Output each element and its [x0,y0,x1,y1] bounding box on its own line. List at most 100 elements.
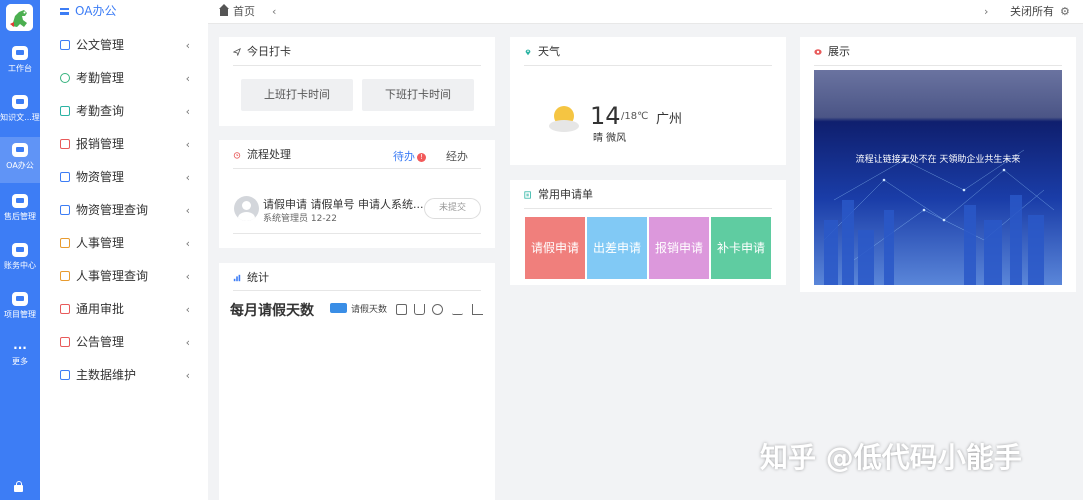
eye-icon [814,49,822,55]
project-icon [12,292,28,306]
location-pin-icon [525,49,531,56]
chevron-left-icon: ‹ [185,105,190,118]
rail-item-finance[interactable]: 账务中心 [0,237,40,283]
menu-item-reimbursement[interactable]: 报销管理 ‹ [40,128,208,161]
pending-badge: ! [417,153,426,162]
divider [233,233,481,234]
workbench-icon [12,46,28,60]
document-icon [60,40,70,50]
banner-slogan: 流程让链接无处不在 天領助企业共生未来 [855,155,1021,165]
chevron-left-icon: ‹ [185,369,190,382]
more-icon: ··· [13,341,27,355]
approval-icon [60,304,70,314]
rail-item-oa[interactable]: OA办公 [0,137,40,183]
tab-done[interactable]: 经办 [446,148,468,164]
card-title-label: 常用申请单 [538,188,593,201]
people-search-icon [60,271,70,281]
chevron-left-icon: ‹ [185,270,190,283]
clock-in-button[interactable]: 上班打卡时间 [241,79,353,111]
chevron-left-icon: ‹ [185,336,190,349]
menu-item-label: 物资管理查询 [76,203,149,217]
weather-title: 天气 [524,37,560,67]
legend-swatch[interactable] [330,303,347,313]
tabs-prev-button[interactable]: ‹ [272,0,276,23]
menu-item-label: 通用审批 [76,302,125,316]
menu-item-attendance-query[interactable]: 考勤查询 ‹ [40,95,208,128]
gear-icon[interactable]: ⚙ [1060,0,1070,23]
line-chart-icon[interactable] [452,304,463,315]
card-title-label: 今日打卡 [247,45,291,58]
rail-item-label: 工作台 [8,64,32,73]
menu-item-hr-query[interactable]: 人事管理查询 ‹ [40,260,208,293]
weather-condition: 晴 微风 [593,133,627,144]
menu-item-materials[interactable]: 物资管理 ‹ [40,161,208,194]
status-button[interactable]: 未提交 [424,198,481,219]
menu-item-master-data[interactable]: 主数据维护 ‹ [40,359,208,392]
refresh-icon[interactable] [432,304,443,315]
legend-label[interactable]: 请假天数 [351,302,387,315]
app-logo[interactable] [6,4,33,31]
reimbursement-icon [60,139,70,149]
card-title-label: 流程处理 [247,148,291,161]
menu-item-label: 主数据维护 [76,368,137,382]
finance-icon [12,243,28,257]
tab-pending-label: 待办 [393,150,415,163]
rail-item-workbench[interactable]: 工作台 [0,40,40,86]
stats-card [219,263,495,500]
bar-chart-icon [233,274,241,282]
tabs-next-button[interactable]: › [984,0,988,23]
data-view-icon[interactable] [396,304,407,315]
menu-item-label: 人事管理查询 [76,269,149,283]
hamburger-icon [60,8,69,15]
tab-home[interactable]: 首页 [219,0,255,23]
rail-item-label: 更多 [12,357,28,366]
divider [524,208,772,209]
chevron-left-icon: ‹ [185,138,190,151]
clock-out-button[interactable]: 下班打卡时间 [362,79,474,111]
showcase-banner[interactable]: 流程让链接无处不在 天領助企业共生未来 [814,70,1062,285]
bar-chart-switch-icon[interactable] [472,304,483,315]
menu-item-label: 考勤管理 [76,71,125,85]
card-title-label: 统计 [247,271,269,284]
chevron-left-icon: ‹ [185,171,190,184]
divider [233,168,481,169]
workflow-title: 流程处理 [233,140,291,170]
people-icon [60,238,70,248]
request-title[interactable]: 请假申请 请假单号 申请人系统... [263,196,423,212]
alarm-clock-icon [233,152,241,159]
card-replacement-tile[interactable]: 补卡申请 [711,217,771,279]
menu-item-materials-query[interactable]: 物资管理查询 ‹ [40,194,208,227]
user-search-icon [60,106,70,116]
tab-pending[interactable]: 待办! [393,148,426,164]
reimbursement-request-tile[interactable]: 报销申请 [649,217,709,279]
menu-item-label: 公告管理 [76,335,125,349]
knowledge-icon [12,95,28,109]
home-icon [219,4,229,16]
city-name: 广州 [656,112,683,127]
menu-item-label: 报销管理 [76,137,125,151]
stats-title: 统计 [233,263,269,293]
menu-header[interactable]: OA办公 [40,0,208,24]
menu-item-approval[interactable]: 通用审批 ‹ [40,293,208,326]
rail-item-project[interactable]: 项目管理 [0,286,40,332]
menu-item-announcements[interactable]: 公告管理 ‹ [40,326,208,359]
menu-item-documents[interactable]: 公文管理 ‹ [40,29,208,62]
close-all-button[interactable]: 关闭所有 [1010,0,1054,23]
box-search-icon [60,205,70,215]
rail-item-label: OA办公 [6,161,34,170]
lock-icon[interactable] [14,481,23,492]
chevron-left-icon: ‹ [185,303,190,316]
menu-item-attendance[interactable]: 考勤管理 ‹ [40,62,208,95]
download-icon[interactable] [414,304,425,315]
tab-bar: 首页 ‹ › 关闭所有 ⚙ [208,0,1083,24]
travel-request-tile[interactable]: 出差申请 [587,217,647,279]
rail-item-after-sales[interactable]: 售后管理 [0,188,40,234]
clock-icon [60,73,70,83]
divider [233,290,481,291]
leave-request-tile[interactable]: 请假申请 [525,217,585,279]
menu-item-hr[interactable]: 人事管理 ‹ [40,227,208,260]
sliders-icon [60,370,70,380]
rail-item-knowledge[interactable]: 知识文...理 [0,89,40,135]
rail-item-more[interactable]: ··· 更多 [0,336,40,382]
card-title-label: 展示 [828,45,850,58]
